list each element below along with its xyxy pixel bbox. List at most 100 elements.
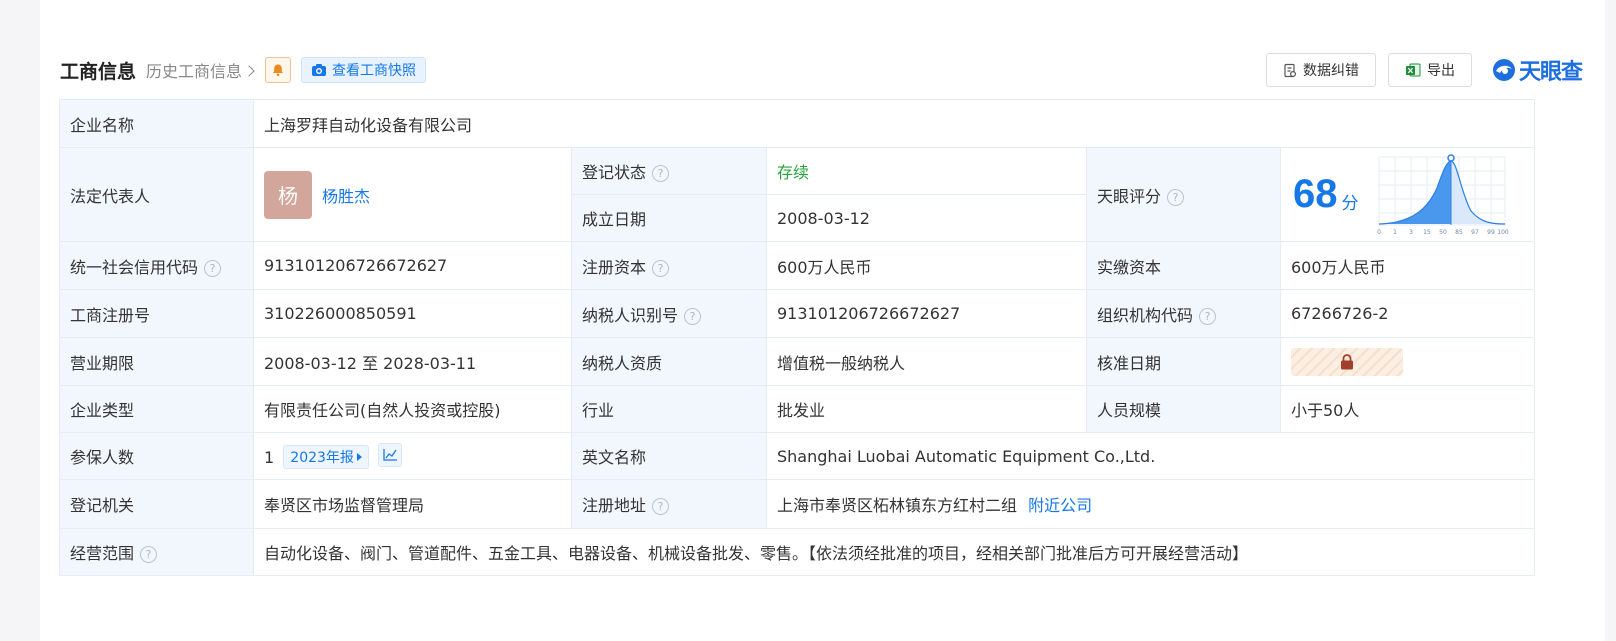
address: 上海市奉贤区柘林镇东方红村二组 [777, 496, 1018, 515]
export-button[interactable]: 导出 [1387, 53, 1472, 87]
company-name-label: 企业名称 [59, 99, 254, 148]
score-axis-tick: 50 [1439, 229, 1447, 236]
insured-label: 参保人数 [59, 432, 254, 480]
address-label: 注册地址 [582, 496, 647, 515]
monitor-bell-button[interactable] [265, 57, 292, 83]
help-icon[interactable]: ? [1167, 188, 1185, 206]
locked-value[interactable] [1291, 347, 1403, 376]
legal-rep-label: 法定代表人 [59, 147, 254, 242]
score-axis-tick: 0 [1377, 229, 1381, 236]
score-cell[interactable]: 68 分 0 1 3 15 50 85 97 99 100 [1279, 147, 1536, 242]
authority: 奉贤区市场监督管理局 [253, 479, 572, 529]
help-icon[interactable]: ? [652, 259, 670, 277]
term-label: 营业期限 [59, 337, 254, 386]
paid-capital-label: 实缴资本 [1086, 241, 1281, 290]
industry: 批发业 [766, 385, 1087, 433]
logo-text: 天眼查 [1518, 60, 1583, 85]
avatar[interactable]: 杨 [264, 170, 312, 219]
insured-cell: 1 2023年报 [253, 432, 572, 480]
table-row: 工商注册号 310226000850591 纳税人识别号? 9131012067… [59, 289, 1536, 338]
credit-code-label-cell: 统一社会信用代码? [59, 241, 254, 290]
reg-no-label: 工商注册号 [59, 289, 254, 338]
snapshot-button[interactable]: 查看工商快照 [301, 57, 427, 83]
help-icon[interactable]: ? [652, 498, 670, 515]
export-label: 导出 [1426, 63, 1455, 79]
reg-no: 310226000850591 [253, 289, 572, 338]
scope-label: 经营范围 [70, 544, 135, 563]
en-name: Shanghai Luobai Automatic Equipment Co.,… [765, 432, 1536, 480]
table-row: 企业名称 上海罗拜自动化设备有限公司 [59, 99, 1536, 148]
address-cell: 上海市奉贤区柘林镇东方红村二组 附近公司 [765, 479, 1536, 529]
authority-label: 登记机关 [59, 479, 254, 529]
excel-icon [1405, 63, 1421, 77]
score-label: 天眼评分 [1097, 186, 1162, 206]
reg-capital: 600万人民币 [766, 241, 1087, 290]
org-code: 67266726-2 [1279, 289, 1536, 338]
snapshot-label: 查看工商快照 [332, 63, 417, 79]
taxpayer-id-label-cell: 纳税人识别号? [571, 289, 767, 338]
reg-status-label-cell: 登记状态? [571, 147, 767, 195]
staff-label: 人员规模 [1086, 385, 1281, 433]
history-info-label: 历史工商信息 [146, 62, 243, 81]
reg-status-label: 登记状态 [582, 163, 647, 182]
table-row: 企业类型 有限责任公司(自然人投资或控股) 行业 批发业 人员规模 小于50人 [59, 385, 1536, 433]
help-icon[interactable]: ? [652, 165, 670, 182]
table-row: 参保人数 1 2023年报 英文名称 Shanghai Luobai Autom… [59, 432, 1536, 480]
table-row: 经营范围? 自动化设备、阀门、管道配件、五金工具、电器设备、机械设备批发、零售。… [59, 528, 1536, 576]
trend-chart-button[interactable] [378, 443, 403, 467]
table-row: 统一社会信用代码? 913101206726672627 注册资本? 600万人… [59, 241, 1536, 290]
company-type: 有限责任公司(自然人投资或控股) [253, 385, 572, 433]
legal-rep-cell: 杨 杨胜杰 [253, 147, 572, 242]
term: 2008-03-12 至 2028-03-11 [253, 337, 572, 386]
reg-capital-label-cell: 注册资本? [571, 241, 767, 290]
score-axis-tick: 3 [1409, 229, 1413, 236]
bell-icon [273, 64, 284, 77]
score-axis-tick: 1 [1393, 229, 1397, 236]
taxpayer-qual-label: 纳税人资质 [571, 337, 767, 386]
score-axis-tick: 100 [1497, 229, 1509, 236]
trend-chart-icon [383, 449, 398, 461]
reg-capital-label: 注册资本 [582, 257, 647, 277]
scope-label-cell: 经营范围? [59, 528, 254, 576]
table-row: 营业期限 2008-03-12 至 2028-03-11 纳税人资质 增值税一般… [59, 337, 1536, 386]
paid-capital: 600万人民币 [1279, 241, 1536, 290]
help-icon[interactable]: ? [684, 307, 702, 325]
nearby-companies-link[interactable]: 附近公司 [1028, 496, 1092, 515]
taxpayer-id: 913101206726672627 [766, 289, 1087, 338]
address-label-cell: 注册地址? [571, 479, 767, 529]
company-name: 上海罗拜自动化设备有限公司 [252, 99, 1536, 148]
help-icon[interactable]: ? [204, 259, 222, 277]
score-value: 68 [1293, 172, 1338, 216]
score-distribution-chart: 0 1 3 15 50 85 97 99 100 [1377, 153, 1509, 236]
data-correction-button[interactable]: 数据纠错 [1265, 53, 1376, 87]
table-row: 法定代表人 杨 杨胜杰 登记状态? 存续 天眼评分? 68 分 0 1 3 15… [59, 147, 1536, 242]
org-code-label-cell: 组织机构代码? [1086, 289, 1281, 338]
found-date: 2008-03-12 [766, 194, 1087, 242]
score-label-cell: 天眼评分? [1086, 147, 1281, 242]
en-name-label: 英文名称 [571, 432, 767, 480]
taxpayer-id-label: 纳税人识别号 [582, 305, 679, 325]
reg-status: 存续 [766, 147, 1087, 195]
credit-code-label: 统一社会信用代码 [70, 257, 199, 277]
annual-report-label: 2023年报 [290, 450, 354, 466]
staff-size: 小于50人 [1279, 385, 1536, 433]
help-icon[interactable]: ? [140, 546, 158, 563]
tianyancha-logo: 天眼查 [1492, 54, 1583, 86]
org-code-label: 组织机构代码 [1097, 305, 1194, 325]
table-row: 登记机关 奉贤区市场监督管理局 注册地址? 上海市奉贤区柘林镇东方红村二组 附近… [59, 479, 1536, 529]
taxpayer-qual: 增值税一般纳税人 [766, 337, 1087, 386]
score-axis-tick: 97 [1471, 229, 1479, 236]
caret-right-icon [356, 453, 362, 461]
annual-report-button[interactable]: 2023年报 [283, 445, 369, 469]
history-info-link[interactable]: 历史工商信息 [146, 58, 255, 82]
help-icon[interactable]: ? [1199, 307, 1217, 325]
section-header: 工商信息 历史工商信息 查看工商快照 数据纠错 导出 天眼查 [60, 52, 1583, 88]
camera-icon [312, 64, 327, 76]
approve-date-cell [1279, 337, 1536, 386]
lock-icon [1341, 353, 1353, 369]
logo-eye-icon [1492, 59, 1515, 81]
data-correction-label: 数据纠错 [1302, 63, 1359, 79]
found-date-label: 成立日期 [571, 194, 767, 242]
legal-rep-link[interactable]: 杨胜杰 [322, 183, 370, 207]
insured-count: 1 [264, 448, 275, 467]
